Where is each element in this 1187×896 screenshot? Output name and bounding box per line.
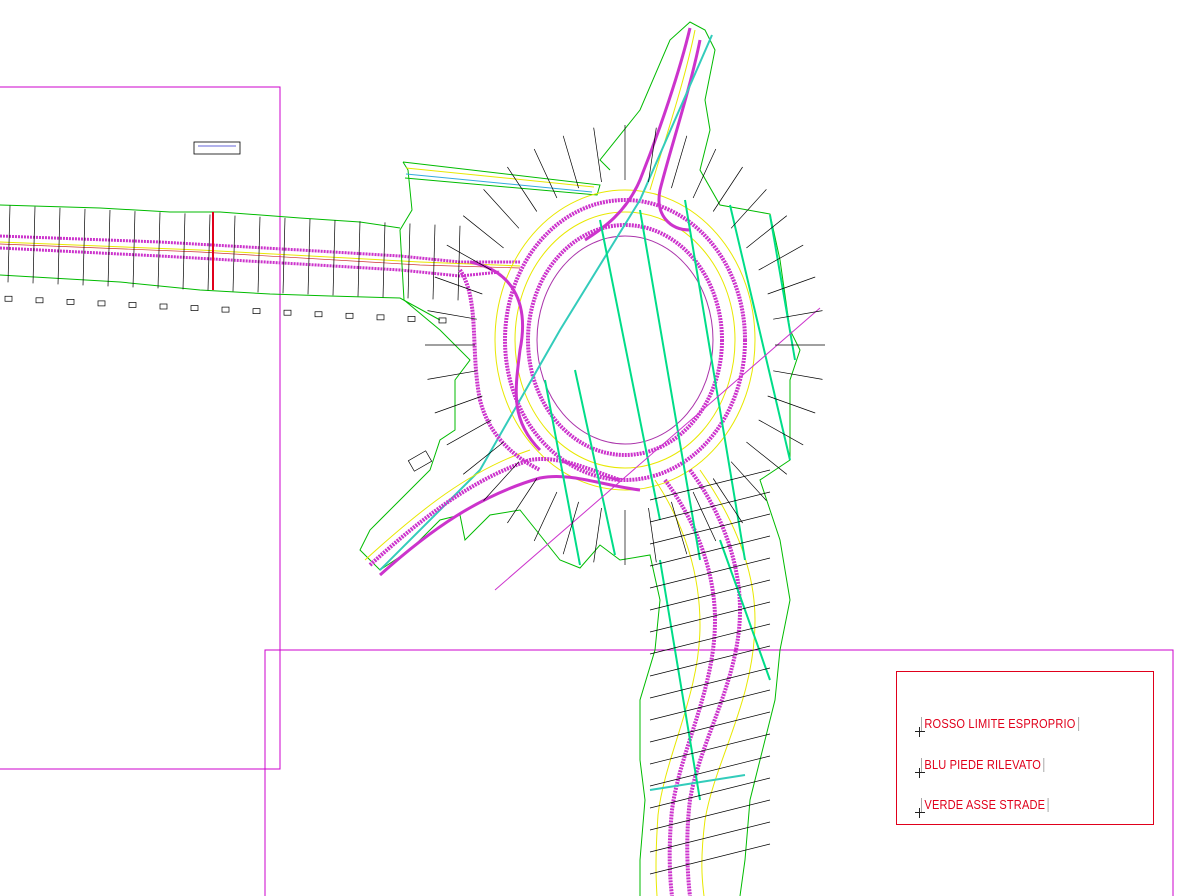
section-line — [649, 821, 771, 853]
section-line — [533, 491, 558, 542]
section-marker — [4, 295, 13, 302]
section-line — [462, 215, 504, 249]
section-marker — [345, 312, 354, 319]
section-line — [282, 217, 286, 294]
section-marker — [283, 309, 292, 316]
section-line — [671, 501, 688, 555]
section-marker — [159, 303, 168, 310]
section-line — [649, 689, 771, 721]
section-line — [692, 491, 717, 542]
section-line — [773, 370, 823, 380]
section-marker — [252, 308, 261, 314]
section-line — [434, 395, 483, 414]
section-line — [649, 491, 771, 523]
section-line — [712, 166, 743, 212]
section-line — [730, 461, 767, 501]
section-line — [649, 667, 771, 699]
axis-lines — [544, 199, 796, 801]
section-line — [432, 224, 436, 300]
section-line — [773, 310, 823, 320]
section-line — [257, 216, 261, 293]
survey-symbol — [407, 450, 433, 472]
section-line — [746, 215, 788, 249]
section-line — [307, 218, 311, 295]
section-marker — [376, 314, 385, 321]
section-line — [593, 507, 602, 563]
section-markers-west — [4, 295, 447, 324]
legend-label: BLU PIEDE RILEVATO — [921, 758, 1045, 772]
north-approach — [379, 27, 713, 571]
section-line — [593, 127, 602, 183]
section-marker — [97, 300, 106, 307]
south-approach — [649, 468, 756, 896]
section-line — [649, 535, 771, 567]
legend: ROSSO LIMITE ESPROPRIO BLU PIEDE RILEVAT… — [896, 671, 1154, 825]
section-line — [462, 441, 504, 475]
legend-label: VERDE ASSE STRADE — [921, 798, 1049, 812]
section-line — [692, 148, 717, 199]
section-marker — [66, 299, 75, 305]
section-marker — [407, 316, 416, 322]
section-line — [427, 370, 477, 380]
section-marker — [438, 317, 447, 324]
section-line — [730, 189, 767, 229]
section-line — [483, 189, 520, 229]
section-marker — [190, 305, 199, 311]
section-marker — [314, 311, 323, 318]
section-line — [767, 395, 816, 414]
section-line — [746, 441, 788, 475]
title-block — [193, 141, 241, 155]
section-marker — [221, 306, 230, 313]
section-line — [767, 276, 816, 295]
section-marker — [128, 302, 137, 308]
north-spur — [402, 161, 601, 196]
survey-line — [494, 307, 821, 591]
section-marker — [35, 297, 44, 304]
section-line — [446, 419, 492, 446]
section-line — [562, 135, 579, 189]
section-line — [649, 513, 771, 545]
legend-label: ROSSO LIMITE ESPROPRIO — [921, 717, 1079, 731]
section-line — [649, 733, 771, 765]
section-line — [232, 215, 236, 292]
section-line — [427, 310, 477, 320]
section-line — [648, 507, 657, 563]
section-line — [7, 205, 11, 283]
section-line — [649, 799, 771, 831]
section-lines-radial — [425, 125, 825, 875]
